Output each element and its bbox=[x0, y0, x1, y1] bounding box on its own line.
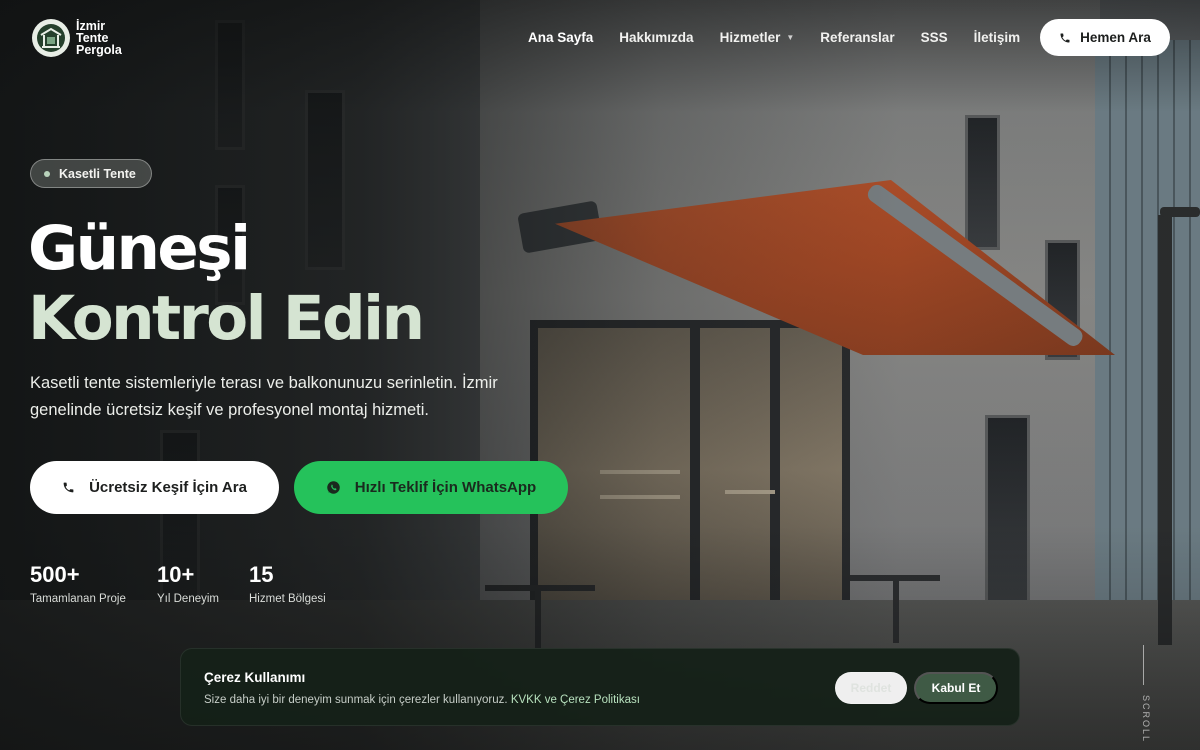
nav-item-iletisim[interactable]: İletişim bbox=[961, 26, 1034, 49]
kvkk-policy-link[interactable]: KVKK ve Çerez Politikası bbox=[511, 694, 640, 706]
stat-label: Hizmet Bölgesi bbox=[249, 593, 326, 605]
chevron-down-icon: ▼ bbox=[786, 33, 795, 42]
cookie-consent-banner: Çerez Kullanımı Size daha iyi bir deneyi… bbox=[180, 648, 1020, 726]
nav-item-label: Ana Sayfa bbox=[528, 30, 594, 45]
free-survey-label: Ücretsiz Keşif İçin Ara bbox=[89, 479, 247, 496]
scroll-line bbox=[1143, 645, 1144, 685]
nav-item-label: İletişim bbox=[973, 30, 1021, 45]
main-nav: Ana Sayfa Hakkımızda Hizmetler ▼ Referans… bbox=[515, 26, 1033, 49]
badge-label: Kasetli Tente bbox=[59, 166, 136, 181]
phone-icon bbox=[63, 482, 74, 493]
stat-value: 15 bbox=[249, 562, 274, 587]
cookie-accept-button[interactable]: Kabul Et bbox=[914, 672, 998, 704]
hero-title-line2: Kontrol Edin bbox=[28, 283, 425, 354]
cookie-description: Size daha iyi bir deneyim sunmak için çe… bbox=[204, 694, 640, 706]
free-survey-call-button[interactable]: Ücretsiz Keşif İçin Ara bbox=[30, 461, 279, 514]
nav-item-label: Referanslar bbox=[820, 30, 895, 45]
stat-regions: 15 Hizmet Bölgesi bbox=[249, 562, 326, 605]
hemen-ara-label: Hemen Ara bbox=[1080, 30, 1151, 45]
nav-item-ana-sayfa[interactable]: Ana Sayfa bbox=[515, 26, 606, 49]
brand-name-line3: Pergola bbox=[76, 43, 122, 57]
whatsapp-icon bbox=[327, 481, 340, 494]
badge-dot-icon bbox=[44, 170, 50, 177]
stat-experience: 10+ Yıl Deneyim bbox=[157, 562, 219, 605]
nav-item-sss[interactable]: SSS bbox=[908, 26, 961, 49]
cookie-text: Size daha iyi bir deneyim sunmak için çe… bbox=[204, 694, 508, 706]
stat-label: Yıl Deneyim bbox=[157, 593, 219, 605]
hero-title-line1: Güneşi bbox=[28, 213, 251, 284]
nav-item-referanslar[interactable]: Referanslar bbox=[807, 26, 907, 49]
site-header: İzmir Tente Pergola Ana Sayfa Hakkımızda… bbox=[0, 0, 1200, 76]
stat-value: 500+ bbox=[30, 562, 80, 587]
nav-item-label: Hakkımızda bbox=[619, 30, 694, 45]
cookie-title: Çerez Kullanımı bbox=[204, 670, 306, 685]
whatsapp-quote-label: Hızlı Teklif İçin WhatsApp bbox=[354, 479, 537, 496]
stat-value: 10+ bbox=[157, 562, 195, 587]
nav-item-label: Hizmetler bbox=[719, 30, 781, 45]
logo-pergola-icon bbox=[32, 19, 70, 57]
cookie-reject-button[interactable]: Reddet bbox=[835, 672, 907, 704]
nav-item-hakkimizda[interactable]: Hakkımızda bbox=[606, 26, 706, 49]
hemen-ara-button[interactable]: Hemen Ara bbox=[1040, 19, 1170, 56]
category-badge: Kasetli Tente bbox=[30, 159, 152, 188]
whatsapp-quote-button[interactable]: Hızlı Teklif İçin WhatsApp bbox=[294, 461, 568, 514]
hero-title: Güneşi Kontrol Edin bbox=[28, 213, 425, 354]
hero-description: Kasetli tente sistemleriyle terası ve ba… bbox=[30, 374, 498, 419]
nav-item-hizmetler[interactable]: Hizmetler ▼ bbox=[707, 26, 808, 49]
stat-projects: 500+ Tamamlanan Proje bbox=[30, 562, 126, 605]
scroll-indicator[interactable]: SCROLL bbox=[1135, 645, 1153, 743]
stat-label: Tamamlanan Proje bbox=[30, 593, 126, 605]
scroll-label: SCROLL bbox=[1141, 695, 1151, 744]
phone-icon bbox=[1060, 33, 1070, 42]
brand-logo[interactable]: İzmir Tente Pergola bbox=[32, 19, 122, 57]
nav-item-label: SSS bbox=[920, 30, 948, 45]
